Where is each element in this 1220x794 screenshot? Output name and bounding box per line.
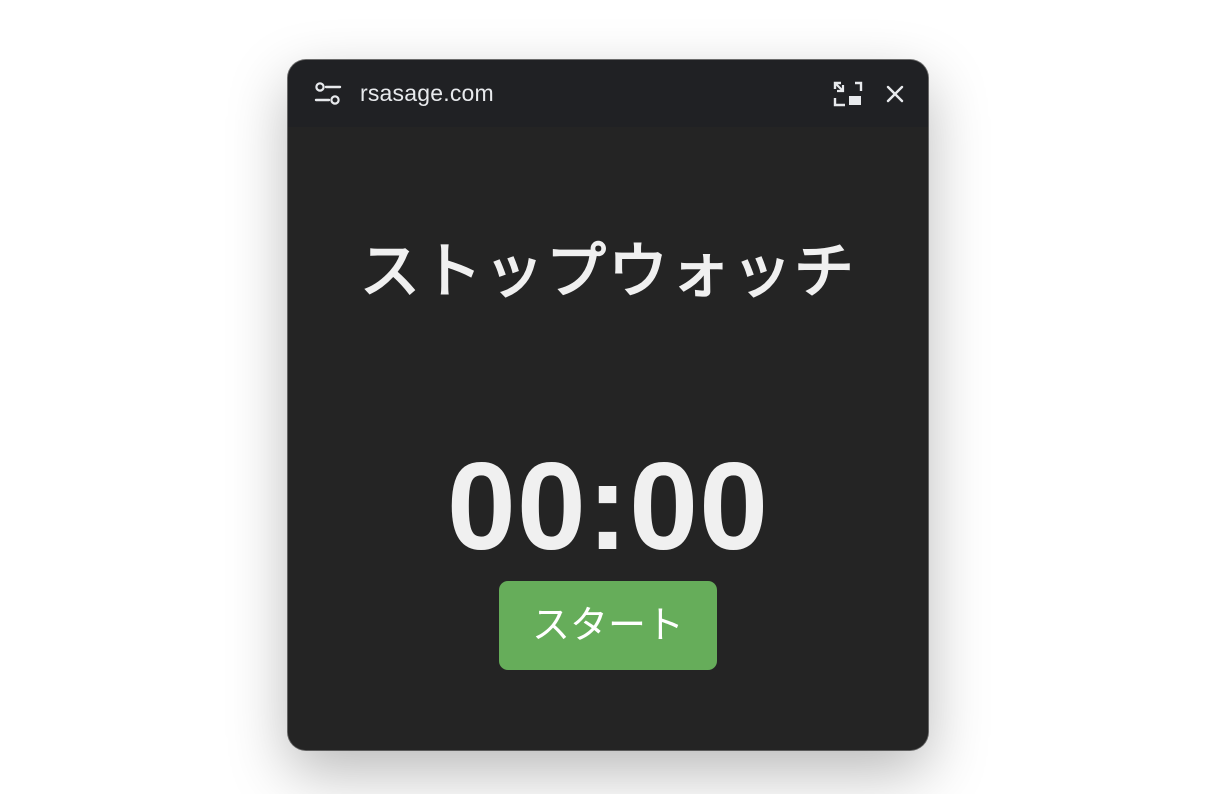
stopwatch-heading: ストップウォッチ xyxy=(360,237,856,307)
picture-in-picture-window: rsasage.com ストップウォッチ 00:00 スタート xyxy=(288,60,928,750)
window-titlebar: rsasage.com xyxy=(288,60,928,127)
close-icon[interactable] xyxy=(885,84,905,104)
timer-display: 00:00 xyxy=(446,438,770,576)
back-to-tab-icon[interactable] xyxy=(833,81,863,107)
settings-sliders-icon[interactable] xyxy=(314,81,342,107)
desktop-background: rsasage.com ストップウォッチ 00:00 スタート xyxy=(0,0,1220,794)
start-button[interactable]: スタート xyxy=(499,581,717,670)
site-title: rsasage.com xyxy=(360,80,494,106)
